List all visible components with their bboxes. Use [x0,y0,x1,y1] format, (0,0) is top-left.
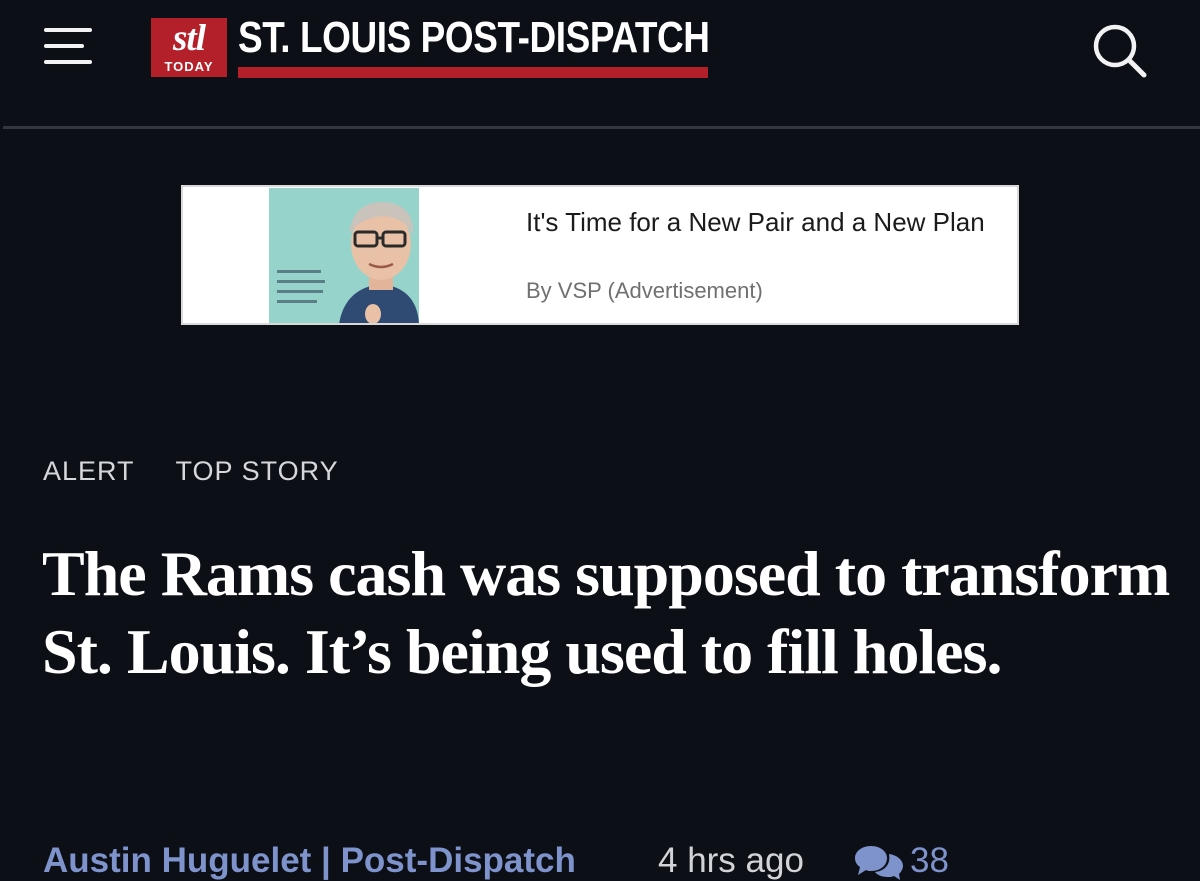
timestamp: 4 hrs ago [658,841,804,880]
masthead-title[interactable]: ST. LOUIS POST-DISPATCH [238,14,710,62]
tag-alert[interactable]: ALERT [43,455,135,487]
site-header: stl TODAY ST. LOUIS POST-DISPATCH [0,0,1200,129]
author-link[interactable]: Austin Huguelet | Post-Dispatch [43,838,576,881]
comment-count[interactable]: 38 [910,838,949,881]
article-tags: ALERT TOP STORY [43,455,339,487]
ad-headline[interactable]: It's Time for a New Pair and a New Plan [526,207,986,237]
ad-byline: By VSP (Advertisement) [526,278,763,303]
byline-row: Austin Huguelet | Post-Dispatch 4 hrs ag… [43,838,1193,881]
tag-top-story[interactable]: TOP STORY [176,455,339,487]
search-icon[interactable] [1090,22,1150,78]
masthead-underline [238,67,708,78]
logo-mark: stl [173,18,206,59]
hamburger-menu-icon[interactable] [44,28,92,64]
ad-image [269,188,419,323]
article-page: stl TODAY ST. LOUIS POST-DISPATCH It's T… [0,0,1200,881]
header-divider [3,126,1200,129]
logo-subtext: TODAY [164,59,214,74]
advertisement-card[interactable]: It's Time for a New Pair and a New Plan … [181,185,1019,325]
stltoday-logo[interactable]: stl TODAY [151,18,227,77]
comments-icon [855,846,903,880]
article-headline: The Rams cash was supposed to transform … [42,538,1170,687]
